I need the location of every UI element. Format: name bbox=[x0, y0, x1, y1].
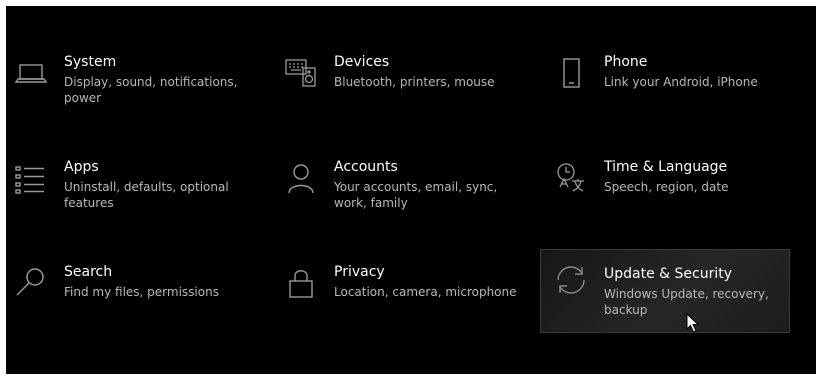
tile-title: Search bbox=[64, 264, 113, 280]
tile-privacy[interactable]: Privacy Location, camera, microphone bbox=[276, 256, 524, 338]
lock-icon bbox=[284, 266, 318, 300]
tile-time-language[interactable]: Time & Language Speech, region, date bbox=[546, 151, 794, 233]
tile-title: Update & Security bbox=[604, 266, 733, 282]
tile-description: Link your Android, iPhone bbox=[604, 75, 758, 89]
keyboard-speaker-icon bbox=[284, 56, 318, 90]
tile-devices[interactable]: Devices Bluetooth, printers, mouse bbox=[276, 46, 524, 128]
tile-title: Time & Language bbox=[604, 159, 728, 175]
tile-title: Phone bbox=[604, 54, 648, 70]
tile-title: Devices bbox=[334, 54, 390, 70]
tile-accounts[interactable]: Accounts Your accounts, email, sync, wor… bbox=[276, 151, 524, 233]
tile-phone[interactable]: Phone Link your Android, iPhone bbox=[546, 46, 794, 128]
tile-description: Find my files, permissions bbox=[64, 285, 219, 299]
tile-search[interactable]: Search Find my files, permissions bbox=[6, 256, 254, 338]
tile-description: Bluetooth, printers, mouse bbox=[334, 75, 495, 89]
tile-title: Apps bbox=[64, 159, 99, 175]
tile-system[interactable]: System Display, sound, notifications, po… bbox=[6, 46, 254, 128]
tile-description: Display, sound, notifications, power bbox=[64, 75, 238, 105]
tile-description: Your accounts, email, sync, work, family bbox=[334, 180, 498, 210]
tile-title: Accounts bbox=[334, 159, 398, 175]
tile-description: Speech, region, date bbox=[604, 180, 729, 194]
mouse-cursor-icon bbox=[686, 312, 700, 333]
phone-icon bbox=[554, 56, 588, 90]
sync-arrows-icon bbox=[554, 263, 588, 297]
tile-description: Uninstall, defaults, optional features bbox=[64, 180, 229, 210]
tile-description: Location, camera, microphone bbox=[334, 285, 517, 299]
tile-update-security[interactable]: Update & Security Windows Update, recove… bbox=[540, 249, 790, 333]
tile-apps[interactable]: Apps Uninstall, defaults, optional featu… bbox=[6, 151, 254, 233]
person-icon bbox=[284, 161, 318, 195]
apps-list-icon bbox=[14, 161, 48, 195]
tile-title: System bbox=[64, 54, 117, 70]
laptop-icon bbox=[14, 56, 48, 90]
time-language-icon bbox=[554, 161, 588, 195]
tile-title: Privacy bbox=[334, 264, 385, 280]
search-icon bbox=[14, 266, 48, 300]
